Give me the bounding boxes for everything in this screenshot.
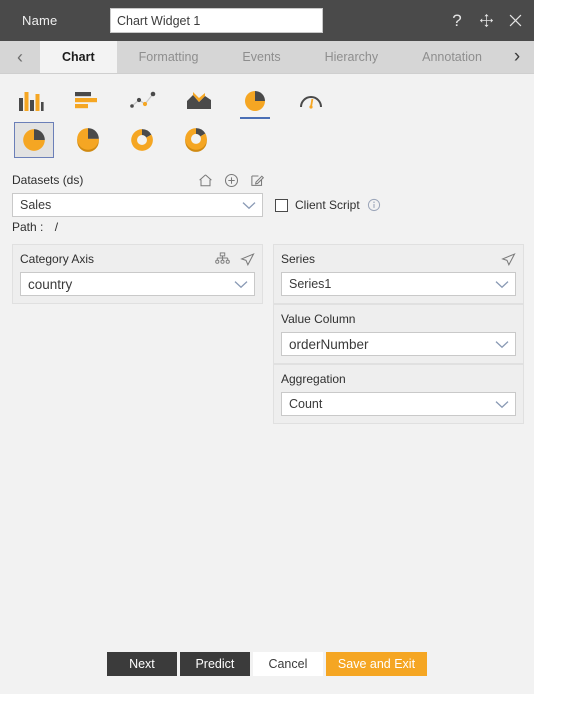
tab-hierarchy[interactable]: Hierarchy bbox=[303, 41, 401, 73]
chevron-down-icon bbox=[236, 201, 262, 210]
value-column-group: Value Column orderNumber bbox=[273, 304, 524, 364]
datasets-section: Datasets (ds) Sales Client Script Path:… bbox=[0, 164, 534, 234]
tab-chart[interactable]: Chart bbox=[40, 41, 117, 73]
path-label: Path : bbox=[12, 220, 44, 234]
aggregation-value: Count bbox=[289, 397, 323, 411]
info-icon[interactable] bbox=[367, 198, 381, 212]
datasets-header: Datasets (ds) bbox=[0, 170, 534, 190]
series-panel: Series Series1 Value Column orderNumber … bbox=[273, 244, 524, 424]
series-group: Series Series1 bbox=[273, 244, 524, 304]
path-value: / bbox=[54, 220, 59, 234]
hierarchy-icon[interactable] bbox=[215, 252, 230, 266]
name-label: Name bbox=[22, 13, 58, 28]
tabs-next-arrow[interactable]: › bbox=[500, 41, 534, 73]
predict-button[interactable]: Predict bbox=[179, 652, 250, 676]
donut-flat-icon[interactable] bbox=[122, 122, 162, 158]
widget-name-input[interactable] bbox=[110, 8, 323, 33]
category-axis-value: country bbox=[28, 276, 73, 292]
tab-formatting[interactable]: Formatting bbox=[117, 41, 221, 73]
aggregation-select[interactable]: Count bbox=[281, 392, 516, 416]
title-bar-icons: ? bbox=[448, 0, 524, 41]
category-axis-group: Category Axis country bbox=[12, 244, 263, 304]
edit-icon[interactable] bbox=[250, 173, 265, 188]
chevron-down-icon bbox=[489, 340, 515, 349]
chart-type-row-primary bbox=[0, 82, 534, 120]
dataset-path-row: Path : / bbox=[0, 220, 534, 234]
paper-plane-icon[interactable] bbox=[240, 252, 255, 267]
config-panels: Category Axis country Series Series1 Val… bbox=[0, 244, 534, 424]
save-and-exit-button[interactable]: Save and Exit bbox=[325, 652, 428, 676]
series-select[interactable]: Series1 bbox=[281, 272, 516, 296]
tab-list: Chart Formatting Events Hierarchy Annota… bbox=[40, 41, 534, 73]
series-actions bbox=[501, 252, 516, 267]
client-script-group: Client Script bbox=[275, 198, 381, 212]
tab-annotation[interactable]: Annotation bbox=[400, 41, 504, 73]
bar-chart-icon[interactable] bbox=[68, 86, 106, 116]
pie-chart-icon[interactable] bbox=[236, 86, 274, 119]
scatter-chart-icon[interactable] bbox=[124, 86, 162, 116]
aggregation-header: Aggregation bbox=[281, 370, 516, 388]
column-chart-icon[interactable] bbox=[12, 86, 50, 116]
aggregation-group: Aggregation Count bbox=[273, 364, 524, 424]
value-column-value: orderNumber bbox=[289, 336, 369, 352]
title-bar: Name ? bbox=[0, 0, 534, 41]
area-chart-icon[interactable] bbox=[180, 86, 218, 116]
series-value: Series1 bbox=[289, 277, 332, 291]
chevron-down-icon bbox=[489, 280, 515, 289]
value-column-header: Value Column bbox=[281, 310, 516, 328]
client-script-label: Client Script bbox=[295, 198, 360, 212]
chart-widget-dialog: Name ? ‹ Chart Formatting Events Hierarc… bbox=[0, 0, 534, 694]
category-axis-panel: Category Axis country bbox=[12, 244, 263, 304]
tab-bar: ‹ Chart Formatting Events Hierarchy Anno… bbox=[0, 41, 534, 74]
datasets-actions bbox=[198, 173, 265, 188]
chart-type-row-variants bbox=[0, 120, 534, 160]
category-axis-label: Category Axis bbox=[20, 252, 95, 266]
donut-3d-icon[interactable] bbox=[176, 122, 216, 158]
datasets-row: Sales Client Script bbox=[0, 193, 534, 217]
question-mark-icon[interactable]: ? bbox=[448, 12, 466, 30]
category-axis-header: Category Axis bbox=[20, 250, 255, 268]
dataset-selected-value: Sales bbox=[20, 198, 52, 212]
dataset-select[interactable]: Sales bbox=[12, 193, 263, 217]
pie-3d-icon[interactable] bbox=[68, 122, 108, 158]
next-button[interactable]: Next bbox=[106, 652, 177, 676]
tabs-prev-arrow[interactable]: ‹ bbox=[0, 41, 40, 73]
series-header: Series bbox=[281, 250, 516, 268]
cancel-button[interactable]: Cancel bbox=[252, 652, 323, 676]
close-icon[interactable] bbox=[506, 12, 524, 30]
category-axis-select[interactable]: country bbox=[20, 272, 255, 296]
chevron-down-icon bbox=[489, 400, 515, 409]
chevron-down-icon bbox=[228, 280, 254, 289]
move-icon[interactable] bbox=[477, 12, 495, 30]
series-label: Series bbox=[281, 252, 316, 266]
value-column-label: Value Column bbox=[281, 312, 356, 326]
paper-plane-icon[interactable] bbox=[501, 252, 516, 267]
client-script-checkbox[interactable] bbox=[275, 198, 288, 212]
chart-type-selector bbox=[0, 74, 534, 164]
gauge-chart-icon[interactable] bbox=[292, 86, 330, 116]
footer-buttons: Next Predict Cancel Save and Exit bbox=[0, 652, 534, 676]
aggregation-label: Aggregation bbox=[281, 372, 346, 386]
home-icon[interactable] bbox=[198, 173, 213, 188]
category-axis-actions bbox=[215, 252, 255, 267]
pie-flat-icon[interactable] bbox=[14, 122, 54, 158]
tab-events[interactable]: Events bbox=[220, 41, 302, 73]
plus-circle-icon[interactable] bbox=[224, 173, 239, 188]
value-column-select[interactable]: orderNumber bbox=[281, 332, 516, 356]
datasets-label: Datasets (ds) bbox=[12, 173, 84, 187]
